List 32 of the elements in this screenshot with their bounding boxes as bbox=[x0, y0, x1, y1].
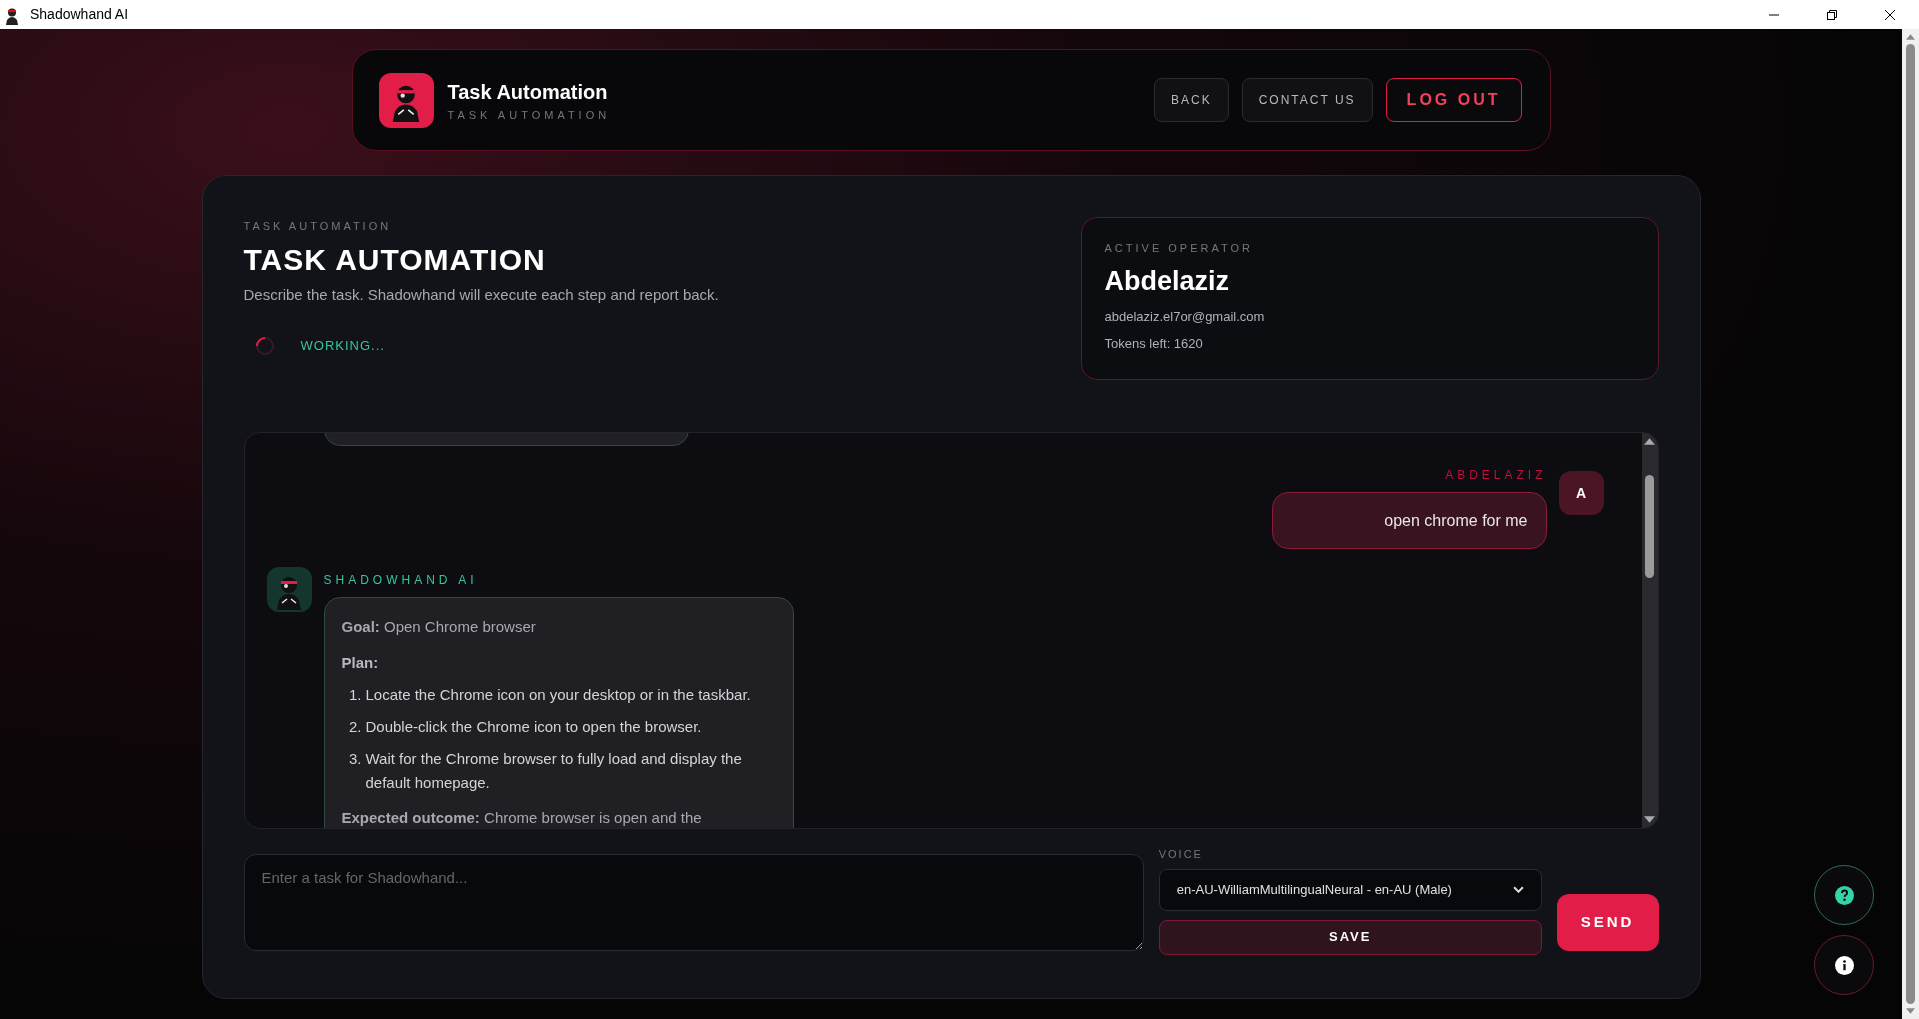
operator-email: abdelaziz.el7or@gmail.com bbox=[1104, 308, 1266, 326]
step-number: 3. bbox=[348, 749, 362, 769]
tokens-left: Tokens left: 1620 bbox=[1104, 334, 1204, 353]
header-title: Task Automation bbox=[447, 79, 609, 105]
goal-text: Goal: Open Chrome browser bbox=[341, 617, 537, 637]
operator-label: ACTIVE OPERATOR bbox=[1104, 241, 1254, 256]
section-title: TASK AUTOMATION bbox=[243, 241, 547, 278]
operator-name: Abdelaziz bbox=[1104, 264, 1231, 298]
step-number: 1. bbox=[348, 685, 362, 705]
outcome-text: Expected outcome: Chrome browser is open and the bbox=[341, 808, 703, 828]
task-input[interactable]: Enter a task for Shadowhand... bbox=[243, 854, 1144, 951]
nav-button[interactable]: CONTACT US bbox=[1241, 78, 1373, 122]
nav-button[interactable]: BACK bbox=[1154, 78, 1229, 122]
plan-step: Double-click the Chrome icon to open the browser. bbox=[365, 715, 702, 739]
section-description: Describe the task. Shadowhand will execute each step and report back. bbox=[243, 284, 719, 305]
logout-button[interactable]: LOG OUT bbox=[1385, 78, 1522, 122]
plan-step: Locate the Chrome icon on your desktop or in the taskbar. bbox=[365, 683, 751, 707]
save-button[interactable]: SAVE bbox=[1158, 919, 1542, 955]
message-bubble: open chrome for me bbox=[1271, 492, 1547, 549]
sender-name: ABDELAZIZ bbox=[1445, 467, 1547, 484]
header-subtitle: TASK AUTOMATION bbox=[447, 107, 611, 123]
window-title: Shadowhand AI bbox=[30, 5, 129, 24]
user-avatar: A bbox=[1558, 471, 1604, 515]
sender-name: SHADOWHAND AI bbox=[323, 572, 479, 589]
voice-select[interactable]: en-AU-WilliamMultilingualNeural - en-AU (Male) bbox=[1158, 868, 1542, 911]
send-button[interactable]: SEND bbox=[1556, 894, 1659, 951]
step-number: 2. bbox=[348, 717, 362, 737]
section-eyebrow: TASK AUTOMATION bbox=[243, 219, 393, 234]
voice-label: VOICE bbox=[1158, 847, 1204, 862]
plan-label: Plan: bbox=[341, 652, 380, 673]
status-text: WORKING... bbox=[300, 337, 385, 356]
plan-step: Wait for the Chrome browser to fully load and display the default homepage. bbox=[365, 747, 776, 795]
